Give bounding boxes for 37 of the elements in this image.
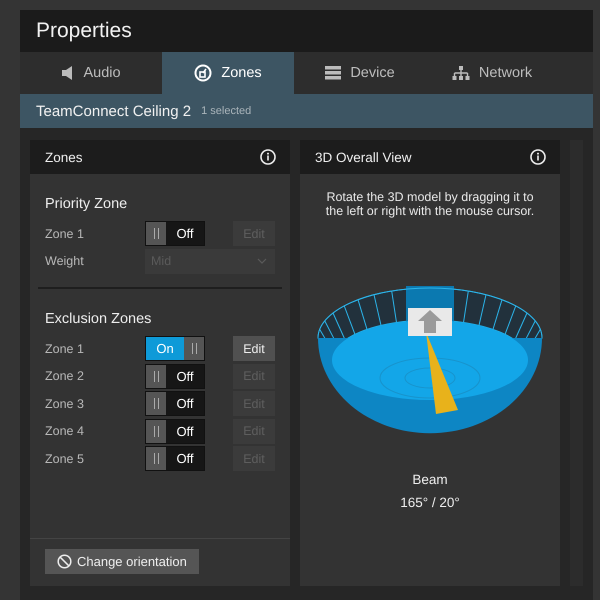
- zone-toggle[interactable]: Off: [145, 221, 205, 246]
- edit-button[interactable]: Edit: [233, 336, 275, 362]
- beam-value: 165° / 20°: [399, 495, 461, 510]
- info-icon[interactable]: [260, 149, 276, 165]
- bowl-model-drawing[interactable]: [318, 286, 542, 433]
- device-name: TeamConnect Ceiling 2: [36, 102, 192, 120]
- network-icon: [452, 66, 470, 80]
- prohibited-icon: [57, 554, 72, 569]
- zone-toggle[interactable]: Off: [145, 446, 205, 472]
- zone-label: Zone 4: [45, 424, 85, 438]
- panel-title: 3D Overall View: [315, 150, 412, 164]
- zone-toggle[interactable]: Off: [145, 391, 205, 416]
- zone-toggle[interactable]: Off: [145, 364, 205, 389]
- hint-text: Rotate the 3D model by dragging it to the left or right with the mouse cursor.: [324, 189, 536, 218]
- weight-label: Weight: [45, 254, 85, 268]
- chevron-icon: [257, 258, 267, 264]
- server-icon: [325, 66, 342, 80]
- zone-label: Zone 1: [45, 342, 85, 356]
- zone-label: Zone 5: [45, 452, 85, 466]
- info-icon[interactable]: [530, 149, 546, 165]
- change-orientation-button[interactable]: Change orientation: [45, 549, 199, 574]
- tab[interactable]: Device: [294, 52, 426, 94]
- beam-label: Beam: [411, 472, 449, 487]
- zone-label: Zone 1: [45, 226, 85, 241]
- tab[interactable]: Network: [426, 52, 558, 94]
- selection-count: 1 selected: [201, 105, 252, 117]
- zone-label: Zone 3: [45, 396, 85, 411]
- speaker-icon: [61, 65, 74, 81]
- panel-title: Zones: [45, 150, 83, 164]
- window-title: Properties: [36, 19, 132, 43]
- section-heading: Exclusion Zones: [45, 311, 152, 327]
- zone-label: Zone 2: [45, 369, 85, 384]
- tab[interactable]: Audio: [20, 52, 162, 94]
- zone-toggle[interactable]: Off: [145, 418, 205, 444]
- zone-dial-icon: [194, 64, 212, 82]
- section-heading: Priority Zone: [45, 196, 128, 212]
- tab[interactable]: Zones: [162, 52, 294, 94]
